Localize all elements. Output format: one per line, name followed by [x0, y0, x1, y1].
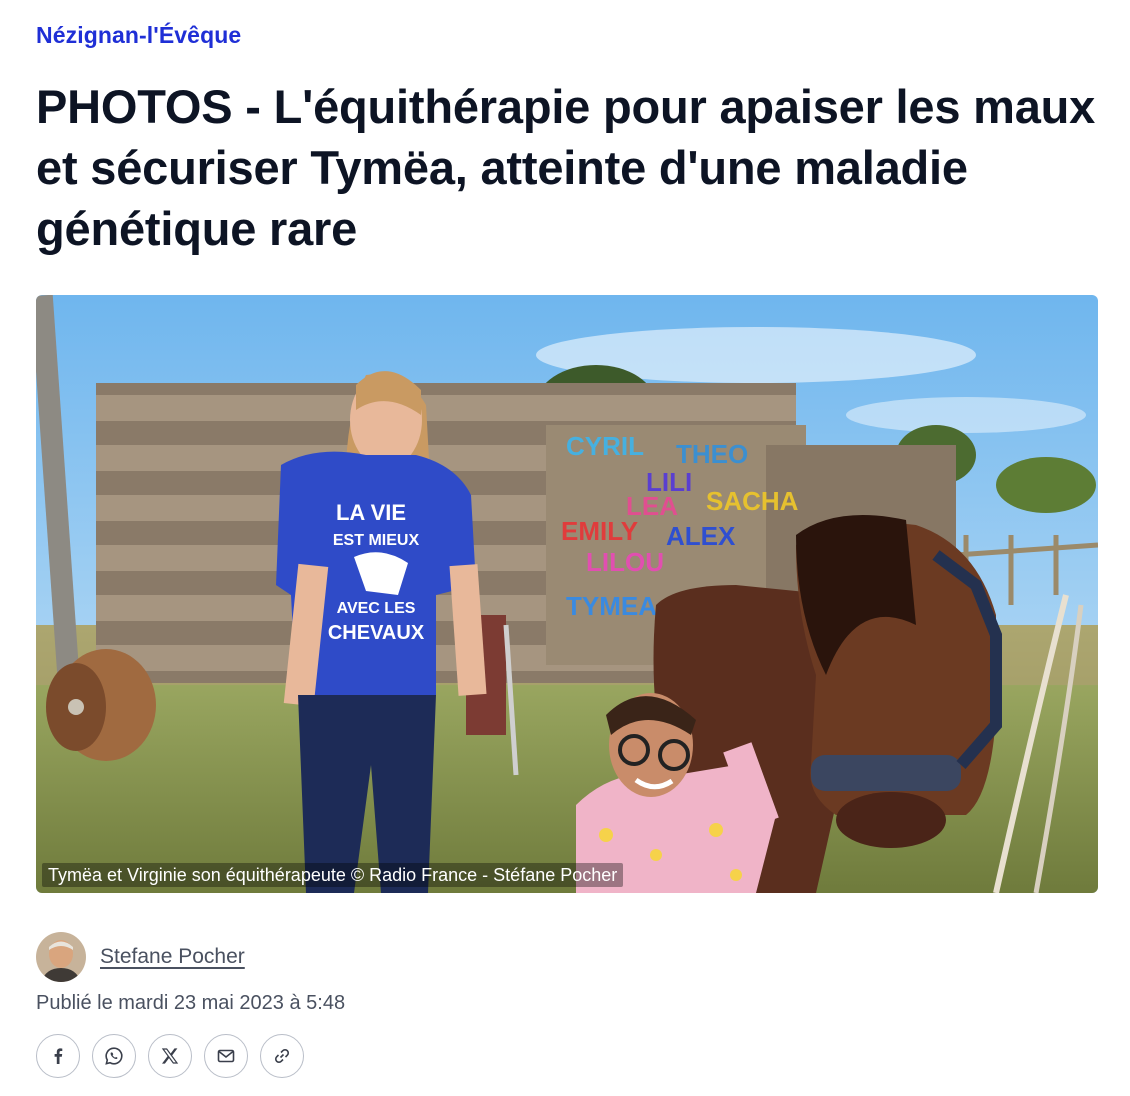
mail-icon — [217, 1049, 235, 1063]
facebook-icon — [54, 1048, 63, 1064]
fence-name: SACHA — [706, 486, 799, 516]
article-photo: CYRIL THEO LILI LEA SACHA EMILY ALEX LIL… — [36, 295, 1098, 893]
article-headline: PHOTOS - L'équithérapie pour apaiser les… — [36, 80, 1096, 255]
fence-name: CYRIL — [566, 431, 644, 461]
link-icon — [274, 1048, 290, 1064]
shirt-text: CHEVAUX — [328, 622, 425, 644]
photo-illustration: CYRIL THEO LILI LEA SACHA EMILY ALEX LIL… — [36, 295, 1098, 893]
share-x-button[interactable] — [148, 1034, 192, 1078]
x-icon — [161, 1048, 179, 1064]
share-facebook-button[interactable] — [36, 1034, 80, 1078]
fence-name: TYMEA — [566, 591, 657, 621]
fence-name: LILOU — [586, 547, 664, 577]
article-page: Nézignan-l'Évêque PHOTOS - L'équithérapi… — [0, 0, 1130, 1096]
location-kicker-link[interactable]: Nézignan-l'Évêque — [36, 22, 241, 49]
shirt-text: AVEC LES — [337, 600, 416, 617]
publish-date: Publié le mardi 23 mai 2023 à 5:48 — [36, 992, 346, 1014]
share-whatsapp-button[interactable] — [92, 1034, 136, 1078]
author-avatar[interactable] — [36, 932, 86, 982]
share-email-button[interactable] — [204, 1034, 248, 1078]
share-bar — [36, 1034, 304, 1078]
shirt-text: EST MIEUX — [333, 532, 420, 549]
whatsapp-icon — [105, 1047, 123, 1065]
fence-name: EMILY — [561, 516, 638, 546]
fence-name: ALEX — [666, 521, 736, 551]
share-copy-link-button[interactable] — [260, 1034, 304, 1078]
author-block: Stefane Pocher — [36, 932, 245, 982]
shirt-text: LA VIE — [336, 500, 406, 525]
author-name-link[interactable]: Stefane Pocher — [100, 945, 245, 969]
photo-caption: Tymëa et Virginie son équithérapeute © R… — [42, 863, 624, 887]
fence-name: THEO — [676, 439, 748, 469]
